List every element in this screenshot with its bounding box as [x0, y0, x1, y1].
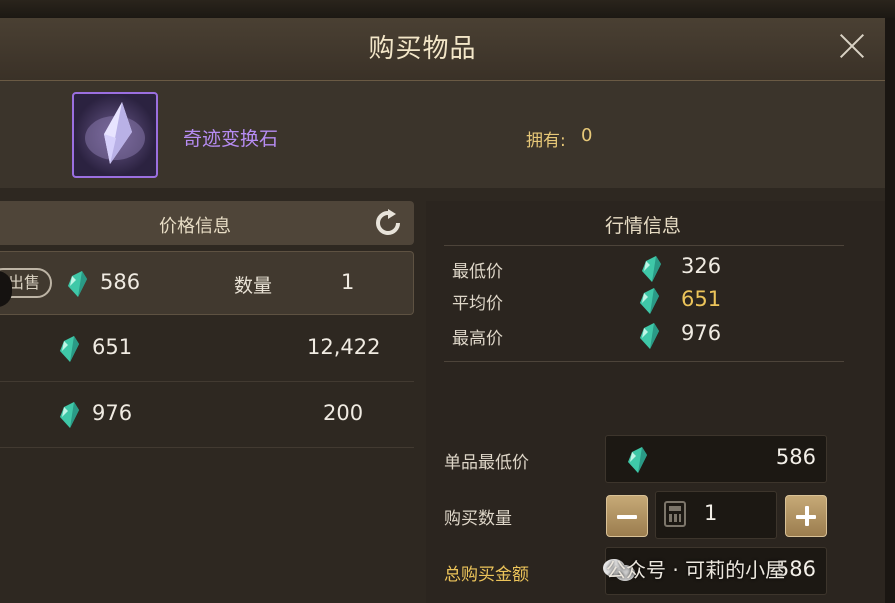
background-strip [0, 0, 895, 18]
calculator-icon[interactable] [664, 501, 686, 527]
gem-icon [60, 336, 79, 362]
dialog-titlebar: 购买物品 [0, 18, 885, 81]
row-quantity: 200 [323, 401, 364, 425]
row-quantity: 12,422 [307, 335, 381, 359]
item-name: 奇迹变换石 [183, 128, 279, 150]
row-price: 976 [92, 401, 133, 425]
min-price-label: 最低价 [452, 262, 503, 282]
price-row-3[interactable]: 976 200 [0, 383, 414, 448]
price-row-1[interactable]: 出售 586 数量 1 [0, 251, 414, 315]
row-price: 586 [100, 270, 141, 294]
owned-label: 拥有: [526, 131, 566, 151]
total-amount-label: 总购买金额 [444, 565, 529, 585]
owned-count: 0 [581, 125, 593, 146]
increase-quantity-button[interactable] [785, 495, 827, 537]
crystal-item-icon[interactable] [72, 92, 158, 178]
quantity-input[interactable]: 1 [655, 491, 777, 539]
price-row-2[interactable]: 651 12,422 [0, 317, 414, 382]
price-info-section: 价格信息 出售 586 数量 1 651 12,422 976 200 [0, 201, 414, 603]
unit-min-price-field: 586 [605, 435, 827, 483]
max-price-label: 最高价 [452, 329, 503, 349]
purchase-panel: 奇迹变换石 拥有: 0 价格信息 出售 586 数量 1 651 12,422 [0, 81, 885, 603]
item-header: 奇迹变换石 拥有: 0 [0, 81, 885, 188]
max-price-value: 976 [681, 321, 722, 345]
gem-icon [640, 288, 659, 314]
gem-icon [68, 271, 87, 297]
market-info-section: 行情信息 最低价 326 平均价 651 最高价 976 单品最低价 586 购… [426, 201, 885, 603]
watermark-text: 公众号 · 可莉的小屋 [606, 558, 786, 582]
gem-icon [642, 256, 661, 282]
market-info-title: 行情信息 [604, 215, 681, 237]
refresh-icon[interactable] [374, 209, 402, 237]
divider [444, 245, 844, 246]
close-icon[interactable] [832, 26, 872, 66]
decrease-quantity-button[interactable] [606, 495, 648, 537]
unit-min-price-value: 586 [775, 445, 816, 469]
price-info-title: 价格信息 [159, 216, 231, 237]
min-price-value: 326 [681, 254, 722, 278]
quantity-label: 数量 [234, 275, 273, 297]
avg-price-value: 651 [681, 287, 722, 311]
row-price: 651 [92, 335, 133, 359]
price-info-header: 价格信息 [0, 201, 414, 245]
gem-icon [628, 447, 647, 473]
gem-icon [60, 402, 79, 428]
row-quantity: 1 [341, 270, 355, 294]
gem-icon [640, 323, 659, 349]
avg-price-label: 平均价 [452, 294, 503, 314]
quantity-label: 购买数量 [444, 509, 512, 529]
quantity-value: 1 [704, 501, 718, 525]
unit-min-price-label: 单品最低价 [444, 453, 529, 473]
divider [444, 361, 844, 362]
dialog-title: 购买物品 [368, 34, 477, 64]
